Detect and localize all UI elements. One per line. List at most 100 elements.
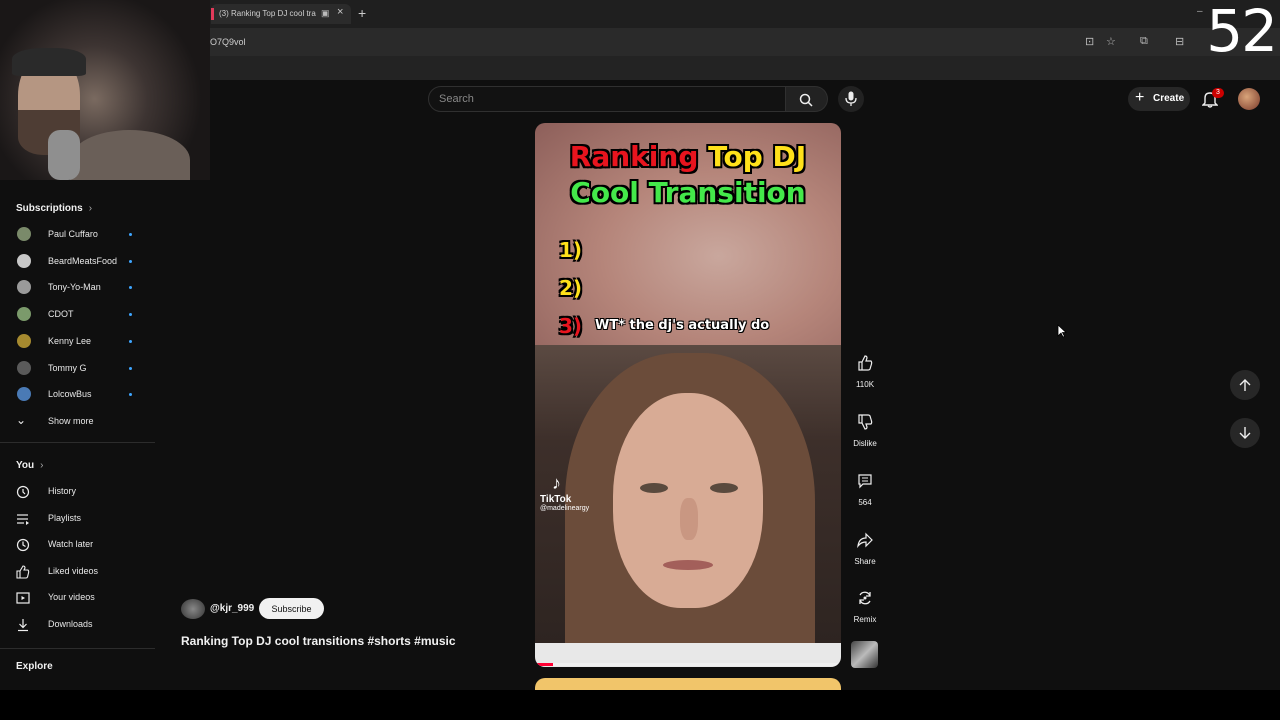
stream-counter: 52 [1206,0,1278,65]
sidebar-subscription-item[interactable]: Tony-Yo-Man [0,275,155,301]
liked-videos-icon [16,565,30,579]
subscription-name: Paul Cuffaro [48,229,98,239]
subscriptions-header[interactable]: Subscriptions › [16,203,92,214]
subscription-name: Tommy G [48,362,87,373]
search-button[interactable] [786,86,828,112]
new-content-dot [129,339,132,343]
remix-icon [859,591,871,605]
browser-tab[interactable]: (3) Ranking Top DJ cool tra ▣ × [211,4,351,24]
remix-button[interactable]: Remix [850,583,880,624]
you-header[interactable]: You › [16,460,44,471]
video-progress-bar[interactable] [535,663,841,666]
show-more-button[interactable]: ⌄ Show more [0,409,155,435]
channel-name[interactable]: @kjr_999 [210,603,254,614]
tab-media-icon[interactable]: ▣ [321,8,330,19]
sidebar-divider [0,648,155,649]
sidebar-subscription-item[interactable]: BeardMeatsFood [0,249,155,275]
new-content-dot [129,286,132,290]
tiktok-logo-icon: ♪ [552,473,561,493]
previous-short-button[interactable] [1230,370,1260,400]
dislike-button[interactable]: Dislike [850,407,880,448]
comments-button[interactable]: 564 [850,466,880,507]
channel-avatar [17,253,31,268]
subscription-name: CDOT [48,309,74,320]
create-label: Create [1153,93,1185,104]
sidebar-item-label: Your videos [48,592,95,603]
sidebar-subscription-item[interactable]: Kenny Lee [0,329,155,355]
new-content-dot [129,313,132,317]
share-button[interactable]: Share [850,525,880,566]
watch-later-icon [16,538,30,552]
tiktok-watermark: ♪ TikTok @madelineargy [540,473,590,512]
sidebar-subscription-item[interactable]: CDOT [0,302,155,328]
sidebar-subscription-item[interactable]: Tommy G [0,356,155,382]
bottom-black-strip [0,690,1280,720]
subscription-name: Kenny Lee [48,335,92,346]
comment-icon [858,474,872,489]
chevron-right-icon: › [40,460,44,471]
voice-search-button[interactable] [838,86,864,112]
tab-close-icon[interactable]: × [337,6,343,18]
bookmark-star-icon[interactable]: ☆ [1106,35,1116,48]
sidebar-item-your-videos[interactable]: Your videos [0,585,155,611]
create-button[interactable]: + Create [1128,87,1190,111]
next-short-preview[interactable] [535,678,841,690]
tab-title: (3) Ranking Top DJ cool tra [219,9,316,18]
sidebar-item-watch-later[interactable]: Watch later [0,532,155,558]
video-person-eye [640,483,668,493]
share-icon [857,532,873,548]
sidebar-item-downloads[interactable]: Downloads [0,612,155,638]
comment-count: 564 [858,498,872,507]
chevron-right-icon: › [88,203,93,214]
sidebar-item-label: History [48,486,77,496]
like-count: 110K [855,380,875,389]
remix-label: Remix [853,615,877,624]
sidebar-subscription-item[interactable]: Paul Cuffaro [0,222,155,248]
install-app-icon[interactable]: ⊡ [1085,35,1094,48]
arrow-down-icon [1239,427,1251,439]
address-url[interactable]: O7Q9vol [210,37,246,47]
account-avatar[interactable] [1238,88,1260,110]
short-video-player[interactable]: Ranking Top DJ Cool Transition 1) 2) 3) … [535,123,841,667]
your-videos-icon [16,591,30,605]
sidebar: Subscriptions › Paul Cuffaro BeardMeatsFoo… [0,190,155,690]
channel-avatar [17,280,31,295]
sidebar-item-playlists[interactable]: Playlists [0,506,155,532]
new-content-dot [129,259,132,263]
minimize-window-button[interactable]: – [1197,6,1203,17]
share-label: Share [854,557,876,566]
streamer-cap [12,48,86,76]
short-overlay-title-line1: Ranking Top DJ [569,140,807,173]
history-icon [16,485,30,499]
sidebar-item-label: Playlists [48,512,82,523]
video-title[interactable]: Ranking Top DJ cool transitions #shorts … [181,634,456,648]
channel-avatar[interactable] [181,599,205,619]
subscription-name: LolcowBus [48,389,92,400]
extensions-icon[interactable]: ⧉ [1140,35,1148,48]
search-box[interactable] [428,86,786,112]
sidebar-subscription-item[interactable]: LolcowBus [0,382,155,408]
sidebar-item-label: Downloads [48,619,93,629]
dislike-label: Dislike [853,439,877,448]
sidebar-item-label: Watch later [48,539,94,550]
search-input[interactable] [439,93,769,105]
new-content-dot [129,366,132,370]
video-person-mouth [663,560,713,570]
streamer-body [70,130,190,180]
sidebar-item-history[interactable]: History [0,479,155,505]
channel-avatar [17,307,31,322]
like-button[interactable]: 110K [850,348,880,389]
next-short-button[interactable] [1230,418,1260,448]
sidebar-divider [0,442,155,443]
audio-track-thumbnail[interactable] [851,641,878,668]
subscribe-button[interactable]: Subscribe [259,598,324,619]
sidebar-item-liked-videos[interactable]: Liked videos [0,559,155,585]
video-person-nose [680,498,698,540]
subscription-name: BeardMeatsFood [48,255,118,266]
mic-icon [845,91,857,106]
new-tab-button[interactable]: + [358,5,366,21]
cast-icon[interactable]: ⊟ [1175,35,1184,48]
channel-avatar [17,360,31,375]
channel-avatar [17,227,31,241]
downloads-icon [16,618,30,632]
